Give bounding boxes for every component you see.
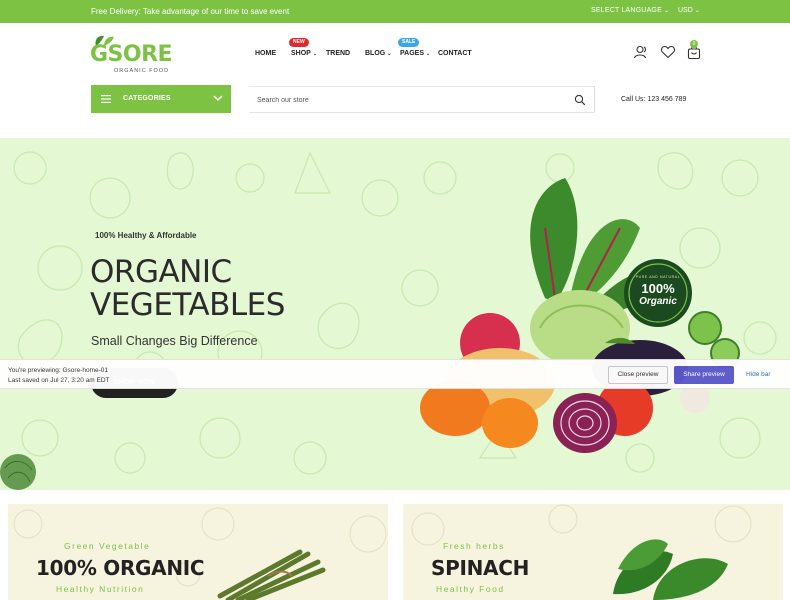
badge-top-text: PURE AND NATURAL — [635, 275, 681, 279]
close-preview-button[interactable]: Close preview — [608, 366, 668, 384]
categories-dropdown[interactable]: CATEGORIES — [91, 85, 231, 113]
theme-preview-bar: You're previewing: Gsore-home-01 Last sa… — [0, 359, 790, 389]
currency-selector[interactable]: USD ⌄ — [678, 7, 700, 14]
search-input[interactable] — [257, 93, 557, 107]
promo-card-organic[interactable]: Green Vegetable 100% ORGANIC Healthy Nut… — [8, 504, 388, 600]
card-footer-text: Healthy Food — [436, 584, 505, 594]
card-kicker: Fresh herbs — [443, 541, 505, 551]
nav-contact[interactable]: CONTACT — [438, 50, 472, 57]
heart-icon[interactable] — [660, 44, 676, 60]
chevron-down-icon: ⌄ — [387, 51, 392, 57]
site-logo[interactable]: GSORE ORGANIC FOOD — [90, 34, 175, 78]
hero-subtitle: Small Changes Big Difference — [91, 334, 258, 348]
phone-number: Call Us: 123 456 789 — [621, 96, 687, 103]
previewing-text: You're previewing: Gsore-home-01 — [8, 367, 109, 374]
chevron-down-icon: ⌄ — [426, 51, 431, 57]
chevron-down-icon: ⌄ — [663, 8, 670, 14]
nav-home[interactable]: HOME — [255, 50, 276, 57]
chevron-down-icon — [213, 95, 223, 102]
last-saved-text: Last saved on Jul 27, 3:20 am EDT — [8, 377, 110, 384]
new-badge: NEW — [289, 38, 309, 47]
card-kicker: Green Vegetable — [64, 541, 151, 551]
menu-icon — [101, 95, 111, 103]
card-title: 100% ORGANIC — [36, 556, 205, 580]
user-icon[interactable] — [633, 44, 649, 60]
chevron-down-icon: ⌄ — [694, 8, 700, 14]
promo-card-spinach[interactable]: Fresh herbs SPINACH Healthy Food — [403, 504, 783, 600]
cart-count-badge: 0 — [690, 40, 698, 48]
badge-organic-text: Organic — [639, 296, 677, 307]
sale-badge: SALE — [398, 38, 420, 47]
card-footer-text: Healthy Nutrition — [56, 584, 145, 594]
free-delivery-text: Free Delivery: Take advantage of our tim… — [91, 7, 290, 16]
hero-title: ORGANIC VEGETABLES — [90, 254, 285, 323]
card-title: SPINACH — [431, 556, 530, 580]
categories-label: CATEGORIES — [123, 95, 171, 102]
theme-name: Gsore-home-01 — [62, 367, 109, 374]
nav-trend[interactable]: TREND — [326, 50, 350, 57]
search-bar — [249, 86, 595, 113]
language-selector[interactable]: SELECT LANGUAGE ⌄ — [591, 7, 669, 14]
hero-tagline: 100% Healthy & Affordable — [95, 231, 197, 240]
nav-blog[interactable]: BLOG ⌄ — [365, 50, 391, 57]
share-preview-button[interactable]: Share preview — [674, 366, 734, 384]
organic-badge: PURE AND NATURAL 100% Organic — [624, 261, 692, 329]
nav-pages[interactable]: SALE PAGES ⌄ — [398, 38, 431, 57]
hide-bar-link[interactable]: Hide bar — [746, 371, 771, 378]
search-icon[interactable] — [574, 94, 586, 106]
nav-shop[interactable]: NEW SHOP ⌄ — [289, 38, 318, 57]
hero-banner: 100% Healthy & Affordable ORGANIC VEGETA… — [0, 138, 790, 490]
logo-tagline: ORGANIC FOOD — [114, 68, 170, 74]
chevron-down-icon: ⌄ — [312, 51, 318, 57]
vegetables-illustration — [420, 178, 740, 453]
badge-percentage: 100% — [641, 281, 675, 296]
logo-wordmark: GSORE — [90, 42, 173, 67]
top-announcement-bar: Free Delivery: Take advantage of our tim… — [0, 0, 790, 23]
